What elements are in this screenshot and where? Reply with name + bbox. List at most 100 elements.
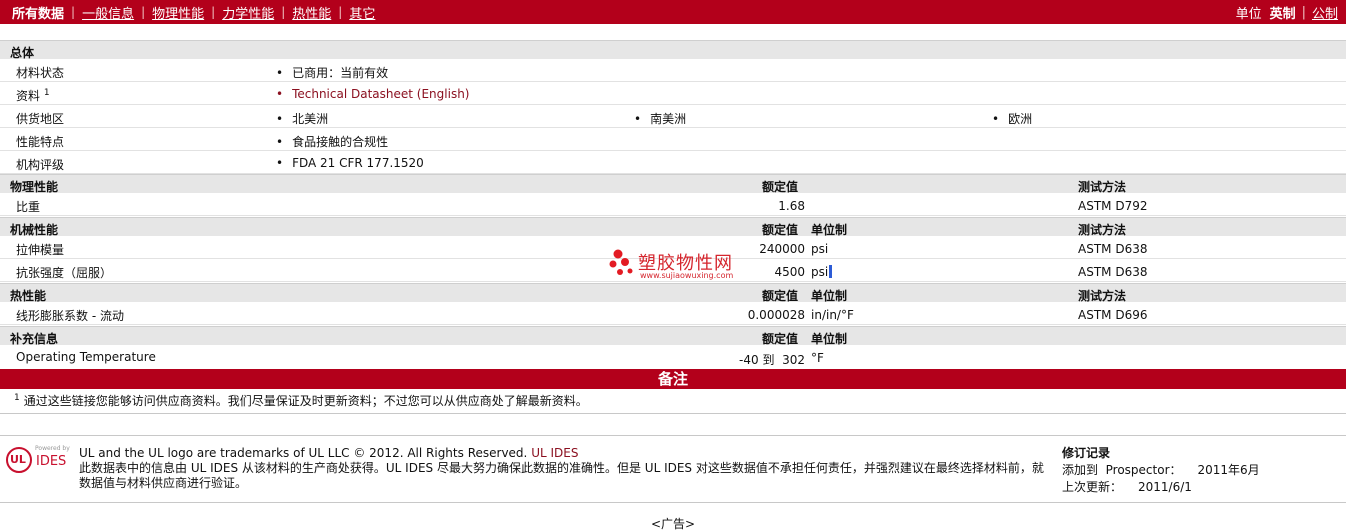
section-title: 热性能 <box>10 289 47 303</box>
general-row-availability: 供货地区 北美洲 南美洲 欧洲 <box>0 106 1346 128</box>
nav-separator: | <box>281 5 286 19</box>
region-north-america: 北美洲 <box>276 110 328 127</box>
section-title: 机械性能 <box>10 223 59 237</box>
revision-updated-label: 上次更新： <box>1062 480 1123 494</box>
revision-updated-value: 2011/6/1 <box>1138 480 1192 494</box>
header-unit: 单位制 <box>811 332 848 346</box>
row-label: Operating Temperature <box>16 350 156 364</box>
section-general: 总体 <box>0 40 1346 60</box>
row-value: -40 到 302 <box>739 353 805 367</box>
nav-thermal[interactable]: 热性能 <box>292 3 331 22</box>
section-supplemental: 补充信息 额定值 单位制 <box>0 326 1346 346</box>
notes-header: 备注 <box>0 369 1346 389</box>
row-value: 食品接触的合规性 <box>276 133 388 150</box>
nav-mechanical[interactable]: 力学性能 <box>222 3 274 22</box>
header-method: 测试方法 <box>1078 223 1127 237</box>
top-navigation-bar: 所有数据 | 一般信息 | 物理性能 | 力学性能 | 热性能 | 其它 单位 … <box>0 0 1346 24</box>
region-europe: 欧洲 <box>992 110 1032 127</box>
header-nominal: 额定值 <box>762 289 799 303</box>
divider <box>0 413 1346 414</box>
supplemental-row-operating-temperature: Operating Temperature -40 到 302 °F <box>0 346 1346 368</box>
revision-history: 修订记录 添加到 Prospector： 2011年6月 上次更新： 2011/6/… <box>1062 445 1260 496</box>
header-nominal: 额定值 <box>762 332 799 346</box>
nav-other[interactable]: 其它 <box>349 3 375 22</box>
header-method: 测试方法 <box>1078 289 1127 303</box>
row-method: ASTM D638 <box>1078 265 1148 279</box>
row-label: 线形膨胀系数 - 流动 <box>16 309 124 323</box>
row-value: 已商用：当前有效 <box>276 64 388 81</box>
section-title: 补充信息 <box>10 332 59 346</box>
row-value: 0.000028 <box>747 308 805 322</box>
row-label: 资料 1 <box>16 87 50 104</box>
row-method: ASTM D792 <box>1078 199 1148 213</box>
revision-added-value: 2011年6月 <box>1197 463 1260 477</box>
nav-separator: | <box>71 5 76 19</box>
section-physical: 物理性能 额定值 测试方法 <box>0 174 1346 194</box>
section-mechanical: 机械性能 额定值 单位制 测试方法 <box>0 217 1346 237</box>
general-row-agency-ratings: 机构评级 FDA 21 CFR 177.1520 <box>0 152 1346 174</box>
row-label: 比重 <box>16 200 41 214</box>
row-label: 供货地区 <box>16 112 65 126</box>
nav-separator: | <box>211 5 216 19</box>
trademark-line: UL and the UL logo are trademarks of UL … <box>79 446 1054 461</box>
watermark-dots-icon <box>609 249 633 275</box>
advertisement-label: <广告> <box>650 517 696 531</box>
region-south-america: 南美洲 <box>634 110 686 127</box>
row-method: ASTM D638 <box>1078 242 1148 256</box>
logo-ul-text: UL <box>10 453 26 466</box>
general-row-status: 材料状态 已商用：当前有效 <box>0 60 1346 82</box>
ul-ides-link[interactable]: UL IDES <box>531 446 578 460</box>
section-title: 物理性能 <box>10 180 59 194</box>
row-unit: psi <box>811 242 829 256</box>
thermal-row-clte: 线形膨胀系数 - 流动 0.000028 in/in/°F ASTM D696 <box>0 303 1346 325</box>
disclaimer-text: 此数据表中的信息由 UL IDES 从该材料的生产商处获得。UL IDES 尽最… <box>79 461 1044 490</box>
section-nav: 所有数据 | 一般信息 | 物理性能 | 力学性能 | 热性能 | 其它 <box>0 3 375 22</box>
logo-powered-by: Powered by <box>35 445 70 452</box>
revision-title: 修订记录 <box>1062 446 1111 460</box>
row-label: 抗张强度（屈服） <box>16 266 113 280</box>
unit-separator: | <box>1301 4 1306 20</box>
general-row-features: 性能特点 食品接触的合规性 <box>0 129 1346 151</box>
watermark-url: www.sujiaowuxing.com <box>640 271 734 280</box>
nav-physical[interactable]: 物理性能 <box>152 3 204 22</box>
unit-english-selected: 英制 <box>1269 6 1296 22</box>
revision-added-label: 添加到 Prospector： <box>1062 463 1182 477</box>
row-method: ASTM D696 <box>1078 308 1148 322</box>
nav-separator: | <box>338 5 343 19</box>
revision-added: 添加到 Prospector： 2011年6月 <box>1062 462 1260 479</box>
watermark: 塑胶物性网 www.sujiaowuxing.com <box>608 246 748 286</box>
unit-metric-link[interactable]: 公制 <box>1312 3 1338 22</box>
row-value: FDA 21 CFR 177.1520 <box>276 156 424 170</box>
row-label: 拉伸模量 <box>16 243 65 257</box>
revision-updated: 上次更新： 2011/6/1 <box>1062 479 1260 496</box>
legal-notice: UL and the UL logo are trademarks of UL … <box>79 446 1054 491</box>
logo-ides-text: IDES <box>36 454 67 469</box>
general-row-documents: 资料 1 Technical Datasheet (English) <box>0 83 1346 105</box>
technical-datasheet-link[interactable]: Technical Datasheet (English) <box>276 87 469 101</box>
footnote-number: 1 <box>14 393 20 403</box>
ul-ides-logo: Powered by UL IDES <box>5 445 71 475</box>
nav-all-data[interactable]: 所有数据 <box>12 3 64 22</box>
row-unit: in/in/°F <box>811 308 854 322</box>
section-title: 总体 <box>10 46 35 60</box>
header-unit: 单位制 <box>811 289 848 303</box>
row-label: 材料状态 <box>16 66 65 80</box>
row-value: 1.68 <box>778 199 805 213</box>
row-unit: psi <box>811 265 833 279</box>
footnote-text: 通过这些链接您能够访问供应商资料。我们尽量保证及时更新资料；不过您可以从供应商处… <box>23 394 588 408</box>
divider <box>0 502 1346 503</box>
unit-label: 单位 <box>1235 6 1262 22</box>
header-method: 测试方法 <box>1078 180 1127 194</box>
footnote: 1 通过这些链接您能够访问供应商资料。我们尽量保证及时更新资料；不过您可以从供应商… <box>14 392 588 409</box>
header-nominal: 额定值 <box>762 223 799 237</box>
physical-row-specific-gravity: 比重 1.68 ASTM D792 <box>0 194 1346 216</box>
row-unit-text: psi <box>811 265 829 279</box>
trademark-text: UL and the UL logo are trademarks of UL … <box>79 446 528 460</box>
unit-switcher: 单位 英制 | 公制 <box>1236 3 1346 22</box>
nav-general-info[interactable]: 一般信息 <box>82 3 134 22</box>
footnote-ref: 1 <box>43 88 50 98</box>
row-unit: °F <box>811 351 824 365</box>
row-label: 性能特点 <box>16 135 65 149</box>
text-cursor <box>829 265 833 278</box>
header-unit: 单位制 <box>811 223 848 237</box>
